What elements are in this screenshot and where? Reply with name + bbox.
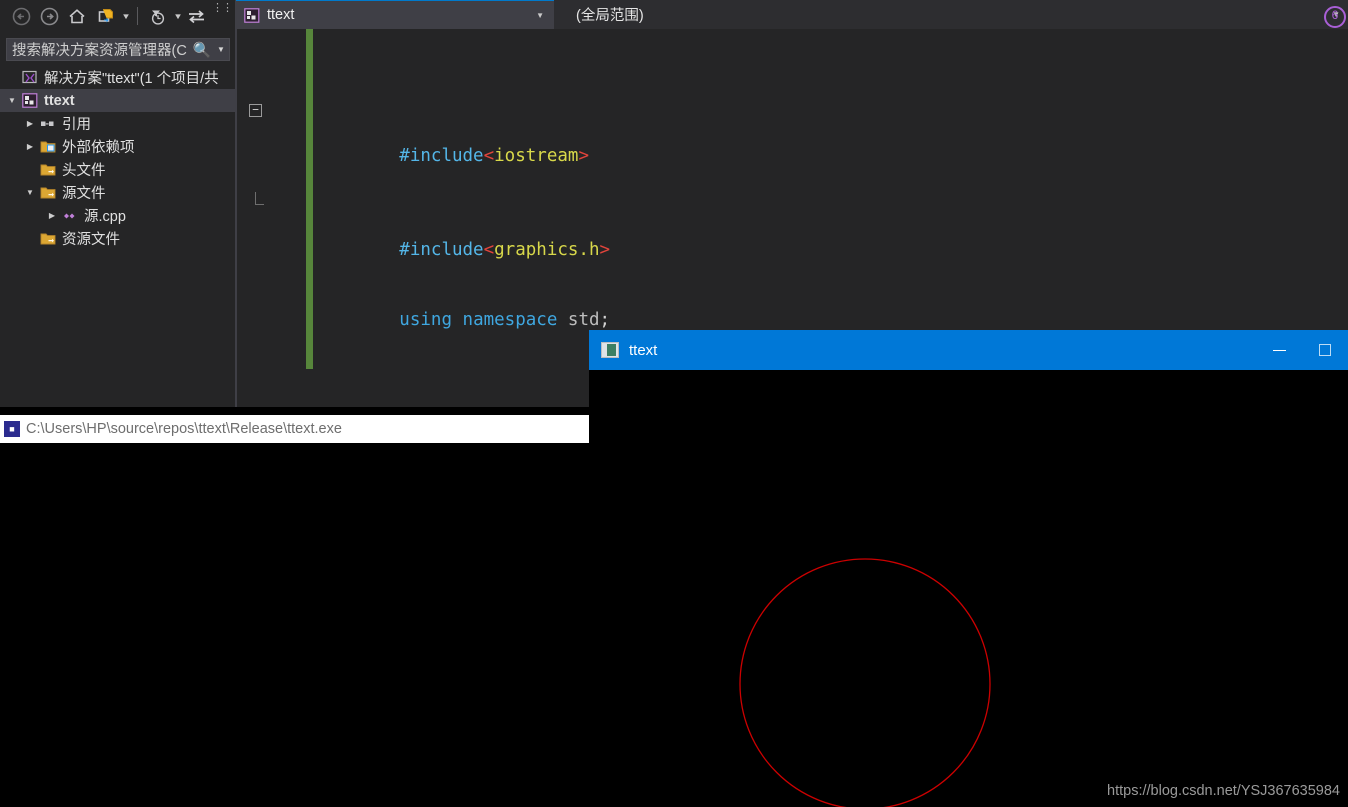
tree-arrow-collapsed[interactable]: ▶: [44, 211, 60, 220]
tree-item-project-ttext[interactable]: ▼ ttext: [0, 89, 236, 112]
window-controls: [1256, 330, 1348, 370]
solution-explorer-toolbar: ⋮⋮: [0, 0, 236, 32]
tree-item-header-files[interactable]: 头文件: [0, 158, 236, 181]
console-title-label: C:\Users\HP\source\repos\ttext\Release\t…: [26, 421, 342, 437]
tree-item-label: 外部依赖项: [62, 140, 135, 156]
tree-item-label: ttext: [44, 92, 75, 109]
code-token: graphics.h: [494, 239, 600, 260]
cpp-project-icon: [244, 7, 260, 23]
app-root: ⋮⋮ 搜索解决方案资源管理器(C 🔍 ▼ 解决方案"ttext"(1 个项目/共: [0, 0, 1348, 807]
solution-tree: 解决方案"ttext"(1 个项目/共 ▼ ttext ▶ 引用 ▶ 外部依赖项…: [0, 66, 236, 250]
tab-ttext[interactable]: ttext ▼: [236, 0, 554, 29]
tree-item-label: 头文件: [62, 163, 106, 179]
app-icon: [601, 342, 619, 358]
code-token: namespace: [462, 309, 558, 330]
folder-icon: [38, 162, 58, 177]
code-token: std: [567, 309, 600, 330]
code-token: <: [483, 239, 495, 260]
code-token: #include: [399, 239, 484, 260]
minimize-icon: [1272, 349, 1286, 351]
console-output[interactable]: [0, 443, 590, 807]
graphics-title-bar[interactable]: ttext: [589, 330, 1348, 370]
tree-item-label: 源文件: [62, 186, 106, 202]
solution-explorer-panel: ⋮⋮ 搜索解决方案资源管理器(C 🔍 ▼ 解决方案"ttext"(1 个项目/共: [0, 0, 236, 407]
pending-changes-icon[interactable]: [144, 4, 170, 28]
tree-arrow-expanded[interactable]: ▼: [22, 188, 38, 197]
code-token: iostream: [494, 146, 579, 167]
tree-item-resource-files[interactable]: 资源文件: [0, 227, 236, 250]
external-deps-folder-icon: [38, 139, 58, 154]
search-dropdown-icon[interactable]: ▼: [213, 45, 229, 54]
code-line: #include<graphics.h>: [255, 192, 852, 260]
canvas-background: [589, 370, 1348, 807]
back-icon[interactable]: [8, 4, 34, 28]
change-indicator-bar: [306, 29, 313, 369]
refresh-icon[interactable]: [183, 4, 209, 28]
search-icon[interactable]: 🔍: [191, 41, 213, 59]
scope-label: (全局范围): [576, 8, 644, 24]
tree-item-label: 资源文件: [62, 232, 120, 248]
code-token: ;: [599, 309, 611, 330]
tree-item-solution[interactable]: 解决方案"ttext"(1 个项目/共: [0, 66, 236, 89]
tree-item-source-files[interactable]: ▼ 源文件: [0, 181, 236, 204]
code-line: − #include<iostream>: [249, 99, 852, 166]
tree-item-external-dependencies[interactable]: ▶ 外部依赖项: [0, 135, 236, 158]
code-token: <: [483, 146, 495, 167]
tree-item-references[interactable]: ▶ 引用: [0, 112, 236, 135]
cpp-file-icon: [60, 209, 80, 223]
code-token: >: [578, 146, 589, 167]
chevron-down-icon[interactable]: ▼: [476, 11, 544, 20]
tab-label: ttext: [267, 7, 295, 23]
minimize-button[interactable]: [1256, 330, 1302, 370]
sync-dropdown-icon[interactable]: [120, 5, 131, 27]
tree-item-label: 引用: [62, 117, 91, 133]
graphics-title-label: ttext: [629, 341, 658, 359]
maximize-button[interactable]: [1302, 330, 1348, 370]
tree-arrow-expanded[interactable]: ▼: [4, 96, 20, 105]
pending-changes-dropdown-icon[interactable]: [172, 5, 183, 27]
toolbar-overflow-icon[interactable]: ⋮⋮: [212, 3, 233, 14]
sync-with-active-document-icon[interactable]: [92, 4, 118, 28]
folder-icon: [38, 231, 58, 246]
tree-item-source-cpp[interactable]: ▶ 源.cpp: [0, 204, 236, 227]
cpp-project-icon: [20, 93, 40, 108]
scope-selector[interactable]: (全局范围) ▼: [554, 0, 1348, 29]
code-token: #include: [399, 146, 484, 167]
watermark-text: https://blog.csdn.net/YSJ367635984: [1107, 783, 1340, 799]
forward-icon[interactable]: [36, 4, 62, 28]
solution-icon: [20, 70, 40, 85]
folder-open-icon: [38, 185, 58, 200]
graphics-canvas[interactable]: https://blog.csdn.net/YSJ367635984: [589, 370, 1348, 807]
console-icon: ■: [4, 421, 20, 437]
references-icon: [38, 117, 58, 131]
fold-guide: [255, 192, 264, 206]
tree-item-label: 源.cpp: [84, 209, 126, 225]
console-title-bar[interactable]: ■ C:\Users\HP\source\repos\ttext\Release…: [0, 415, 590, 443]
code-token: using: [399, 309, 452, 330]
fold-minus-icon[interactable]: −: [249, 103, 262, 117]
editor-tab-bar: ttext ▼ (全局范围) ▼ 6: [236, 0, 1348, 29]
search-input[interactable]: 搜索解决方案资源管理器(C: [7, 39, 191, 60]
code-token: >: [599, 239, 611, 260]
maximize-icon: [1319, 344, 1331, 356]
graphics-window[interactable]: ttext https://blog.csdn.net/YSJ367635984: [589, 330, 1348, 807]
home-icon[interactable]: [64, 4, 90, 28]
tree-item-label: 解决方案"ttext"(1 个项目/共: [44, 71, 219, 87]
toolbar-separator: [137, 7, 138, 25]
code-line: using namespace std;: [315, 285, 852, 330]
tree-arrow-collapsed[interactable]: ▶: [22, 119, 38, 128]
tree-arrow-collapsed[interactable]: ▶: [22, 142, 38, 151]
vs-badge-icon[interactable]: 6: [1324, 6, 1346, 28]
console-window[interactable]: ■ C:\Users\HP\source\repos\ttext\Release…: [0, 415, 590, 807]
search-box[interactable]: 搜索解决方案资源管理器(C 🔍 ▼: [6, 38, 230, 61]
graphics-drawing: [589, 370, 1348, 807]
